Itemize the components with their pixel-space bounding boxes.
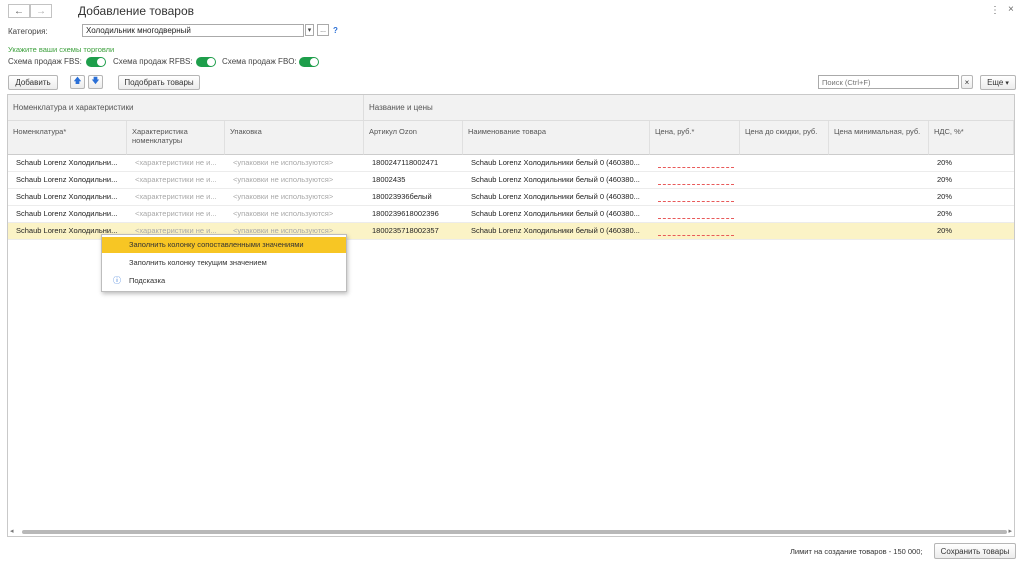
cell-vat[interactable]: 20%: [929, 206, 1014, 222]
more-vertical-icon[interactable]: ⋮: [990, 5, 1000, 16]
cell-price-empty-required[interactable]: [658, 184, 734, 185]
column-header-price-before-discount[interactable]: Цена до скидки, руб.: [740, 121, 829, 155]
menu-item-hint-label: Подсказка: [129, 276, 166, 285]
scroll-right-icon[interactable]: ▸: [1008, 527, 1012, 535]
column-header-vat[interactable]: НДС, %*: [929, 121, 1014, 155]
table-row[interactable]: Schaub Lorenz Холодильни... <характеристи…: [8, 172, 1014, 189]
cell-product-name[interactable]: Schaub Lorenz Холодильники белый 0 (4603…: [463, 155, 650, 171]
cell-nomenclature[interactable]: Schaub Lorenz Холодильни...: [8, 172, 127, 188]
cell-ozon-sku[interactable]: 1800235718002357: [364, 223, 463, 239]
cell-price-empty-required[interactable]: [658, 218, 734, 219]
context-menu: Заполнить колонку сопоставленными значен…: [101, 234, 347, 292]
table-row[interactable]: Schaub Lorenz Холодильни... <характеристи…: [8, 206, 1014, 223]
chevron-down-icon: ▾: [1005, 79, 1009, 87]
scrollbar-thumb[interactable]: [22, 530, 1007, 534]
column-header-product-name[interactable]: Наименование товара: [463, 121, 650, 155]
clear-search-button[interactable]: ×: [961, 75, 973, 89]
group-header-nomenclature: Номенклатура и характеристики: [8, 95, 364, 121]
cell-nomenclature[interactable]: Schaub Lorenz Холодильни...: [8, 189, 127, 205]
scroll-left-icon[interactable]: ◂: [10, 527, 14, 535]
fbo-toggle[interactable]: [299, 57, 319, 67]
close-icon: ×: [964, 77, 970, 87]
info-icon: ⓘ: [113, 276, 121, 285]
fbs-toggle[interactable]: [86, 57, 106, 67]
cell-price-empty-required[interactable]: [658, 201, 734, 202]
move-up-button[interactable]: 🡅: [70, 75, 85, 89]
column-header-min-price[interactable]: Цена минимальная, руб.: [829, 121, 929, 155]
arrow-down-icon: 🡇: [91, 76, 100, 85]
cell-vat[interactable]: 20%: [929, 223, 1014, 239]
limit-text: Лимит на создание товаров - 150 000;: [790, 547, 923, 556]
forward-button[interactable]: →: [30, 4, 52, 18]
cell-vat[interactable]: 20%: [929, 172, 1014, 188]
rfbs-toggle[interactable]: [196, 57, 216, 67]
menu-item-hint[interactable]: ⓘ Подсказка: [102, 273, 346, 289]
ellipsis-icon: ...: [320, 26, 326, 34]
cell-product-name[interactable]: Schaub Lorenz Холодильники белый 0 (4603…: [463, 189, 650, 205]
category-label: Категория:: [8, 27, 48, 36]
fbo-label: Схема продаж FBO:: [222, 57, 297, 66]
column-header-package[interactable]: Упаковка: [225, 121, 364, 155]
rfbs-label: Схема продаж RFBS:: [113, 57, 193, 66]
arrow-left-icon: ←: [14, 5, 24, 17]
cell-price-empty-required[interactable]: [658, 235, 734, 236]
column-header-ozon-sku[interactable]: Артикул Ozon: [364, 121, 463, 155]
category-input[interactable]: Холодильник многодверный: [82, 24, 304, 37]
menu-item-fill-matched[interactable]: Заполнить колонку сопоставленными значен…: [102, 237, 346, 253]
fbs-label: Схема продаж FBS:: [8, 57, 82, 66]
cell-product-name[interactable]: Schaub Lorenz Холодильники белый 0 (4603…: [463, 172, 650, 188]
cell-characteristic[interactable]: <характеристики не и...: [127, 172, 225, 188]
help-icon[interactable]: ?: [333, 26, 338, 35]
cell-price-empty-required[interactable]: [658, 167, 734, 168]
cell-characteristic[interactable]: <характеристики не и...: [127, 206, 225, 222]
category-select-button[interactable]: ...: [317, 24, 329, 36]
pick-products-button[interactable]: Подобрать товары: [118, 75, 200, 90]
more-actions-label: Еще: [987, 78, 1004, 87]
category-dropdown-button[interactable]: ▾: [305, 24, 314, 36]
cell-product-name[interactable]: Schaub Lorenz Холодильники белый 0 (4603…: [463, 223, 650, 239]
cell-package[interactable]: <упаковки не используются>: [225, 206, 364, 222]
menu-item-fill-current[interactable]: Заполнить колонку текущим значением: [102, 255, 346, 271]
chevron-down-icon: ▾: [307, 27, 312, 34]
back-button[interactable]: ←: [8, 4, 30, 18]
move-down-button[interactable]: 🡇: [88, 75, 103, 89]
cell-nomenclature[interactable]: Schaub Lorenz Холодильни...: [8, 206, 127, 222]
page-title: Добавление товаров: [78, 4, 194, 18]
cell-vat[interactable]: 20%: [929, 189, 1014, 205]
column-header-characteristic[interactable]: Характеристика номенклатуры: [127, 121, 225, 155]
add-button[interactable]: Добавить: [8, 75, 58, 90]
products-table: Номенклатура и характеристики Название и…: [7, 94, 1015, 537]
horizontal-scrollbar[interactable]: ◂ ▸: [8, 528, 1014, 536]
column-header-price[interactable]: Цена, руб.*: [650, 121, 740, 155]
cell-ozon-sku[interactable]: 180023936белый: [364, 189, 463, 205]
arrow-right-icon: →: [36, 5, 46, 17]
cell-nomenclature[interactable]: Schaub Lorenz Холодильни...: [8, 155, 127, 171]
more-actions-button[interactable]: Еще ▾: [980, 75, 1016, 90]
arrow-up-icon: 🡅: [73, 76, 82, 85]
cell-product-name[interactable]: Schaub Lorenz Холодильники белый 0 (4603…: [463, 206, 650, 222]
cell-ozon-sku[interactable]: 1800247118002471: [364, 155, 463, 171]
table-row[interactable]: Schaub Lorenz Холодильни... <характеристи…: [8, 155, 1014, 172]
cell-package[interactable]: <упаковки не используются>: [225, 189, 364, 205]
cell-ozon-sku[interactable]: 18002435: [364, 172, 463, 188]
cell-characteristic[interactable]: <характеристики не и...: [127, 189, 225, 205]
save-products-button[interactable]: Сохранить товары: [934, 543, 1016, 559]
search-input[interactable]: [818, 75, 959, 89]
cell-ozon-sku[interactable]: 1800239618002396: [364, 206, 463, 222]
schemes-hint: Укажите ваши схемы торговли: [8, 45, 115, 54]
column-header-nomenclature[interactable]: Номенклатура*: [8, 121, 127, 155]
cell-vat[interactable]: 20%: [929, 155, 1014, 171]
cell-package[interactable]: <упаковки не используются>: [225, 155, 364, 171]
close-icon[interactable]: ×: [1008, 4, 1014, 15]
cell-characteristic[interactable]: <характеристики не и...: [127, 155, 225, 171]
group-header-names-prices: Название и цены: [364, 95, 1014, 121]
table-row[interactable]: Schaub Lorenz Холодильни... <характеристи…: [8, 189, 1014, 206]
cell-package[interactable]: <упаковки не используются>: [225, 172, 364, 188]
